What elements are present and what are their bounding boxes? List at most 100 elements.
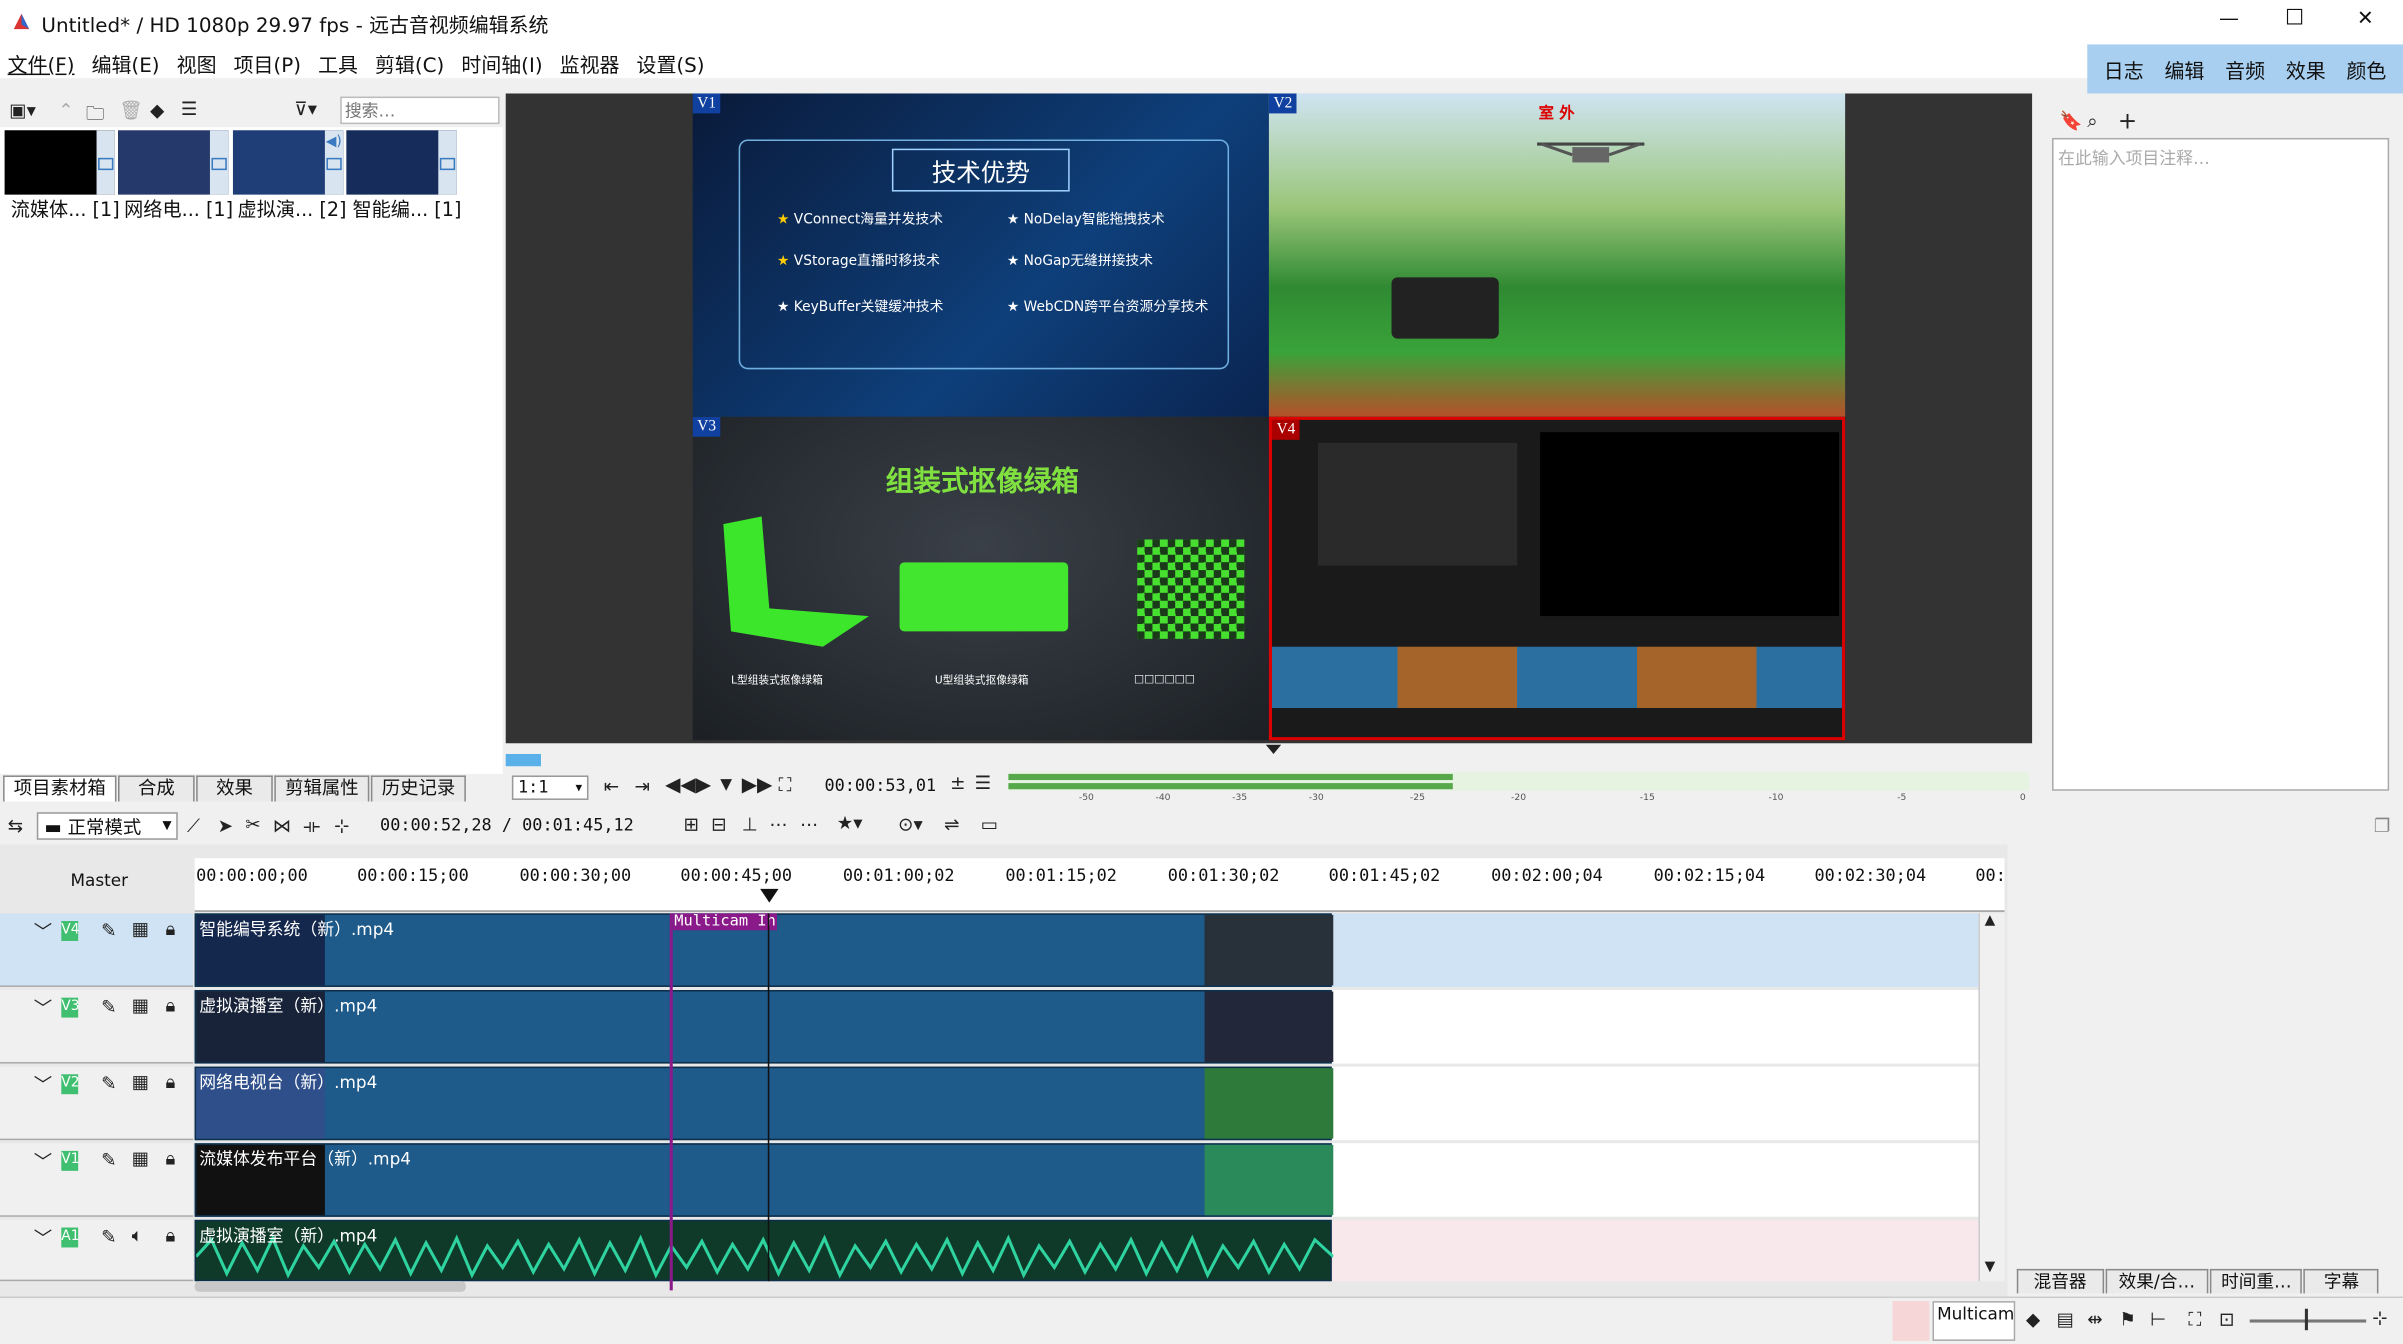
track-label[interactable]: V4 <box>61 921 80 941</box>
edit-pen-icon[interactable]: ✎ <box>101 1073 116 1094</box>
panel-restore-icon[interactable]: ❐ <box>2374 815 2390 836</box>
film-icon[interactable]: ▦ <box>132 918 149 939</box>
bin-thumbnail[interactable] <box>346 130 457 195</box>
subtitle-icon[interactable]: ▭ <box>981 814 998 835</box>
search-icon[interactable]: ⌕ <box>2087 110 2097 133</box>
collapse-icon[interactable]: ﹀ <box>34 918 52 944</box>
bin-thumbnail[interactable] <box>118 130 229 195</box>
zoom-select[interactable]: 1:1 ▾ <box>511 775 589 800</box>
edit-pen-icon[interactable]: ✎ <box>101 1149 116 1170</box>
play-icon[interactable]: ▶ <box>696 774 711 797</box>
bin-search-input[interactable] <box>340 96 500 125</box>
timeline-clip-v1[interactable]: 流媒体发布平台（新）.mp4 <box>194 1143 1334 1217</box>
edit-mode-select[interactable]: ▬ 正常模式 ▾ <box>36 812 178 840</box>
fast-forward-icon[interactable]: ▶▶ <box>742 774 773 797</box>
timeline-clip-v2[interactable]: 网络电视台（新）.mp4 <box>194 1066 1334 1141</box>
tab-history[interactable]: 历史记录 <box>370 775 466 802</box>
scroll-down-icon[interactable]: ▼ <box>1985 1260 1996 1275</box>
timeline-vscroll[interactable]: ▲ ▼ <box>1978 913 2005 1282</box>
playhead-handle[interactable] <box>760 888 779 903</box>
extract-icon[interactable]: ⋯ <box>800 814 818 835</box>
close-button[interactable]: ✕ <box>2357 8 2374 31</box>
razor-icon[interactable]: ⟋ <box>187 815 200 838</box>
tab-clip-properties[interactable]: 剪辑属性 <box>274 775 370 802</box>
menu-timeline[interactable]: 时间轴(I) <box>457 48 547 80</box>
collapse-icon[interactable]: ﹀ <box>34 1148 52 1174</box>
lift-icon[interactable]: ⊥ <box>742 814 758 835</box>
tab-effects-composite[interactable]: 效果/合… <box>2104 1268 2209 1294</box>
filter-icon[interactable]: ⊽▾ <box>294 98 317 119</box>
track-label[interactable]: V1 <box>61 1150 80 1171</box>
track-options-icon[interactable]: ⇆ <box>8 815 23 836</box>
menu-monitor[interactable]: 监视器 <box>555 48 624 80</box>
timeline-hscroll[interactable] <box>194 1281 466 1292</box>
bin-thumbnail[interactable] <box>4 130 115 195</box>
tab-subtitle[interactable]: 字幕 <box>2303 1268 2380 1294</box>
menu-view[interactable]: 视图 <box>172 48 221 80</box>
zoom-slider[interactable] <box>2249 1308 2367 1331</box>
tag-status-icon[interactable]: ◆ <box>2026 1309 2040 1330</box>
bin-thumbnail[interactable]: ◀) <box>232 130 344 195</box>
ripple-status-icon[interactable]: ⊢ <box>2150 1309 2166 1330</box>
tab-effects-bin[interactable]: 效果 <box>196 775 273 802</box>
insert-icon[interactable]: ⊞ <box>683 814 698 835</box>
overwrite-icon[interactable]: ⊟ <box>711 814 726 835</box>
lock-icon[interactable]: 🔒︎ <box>166 1148 176 1171</box>
menu-project[interactable]: 项目(P) <box>229 48 306 80</box>
multicam-status[interactable]: Multicam <box>1932 1301 2016 1341</box>
playhead-marker[interactable] <box>1265 744 1282 754</box>
speaker-icon[interactable]: 🔈︎ <box>132 1224 143 1247</box>
menu-edit[interactable]: 编辑(E) <box>87 48 164 80</box>
rewind-icon[interactable]: ◀◀ <box>665 774 696 797</box>
tab-mixer[interactable]: 混音器 <box>2016 1268 2104 1294</box>
track-label[interactable]: A1 <box>61 1227 80 1248</box>
save-icon[interactable]: ▤ <box>2057 1309 2074 1330</box>
tag-icon[interactable]: ◆ <box>150 100 164 121</box>
timeline-clip-a1[interactable]: 虚拟演播室（新）.mp4 <box>194 1219 1334 1282</box>
zoom-in-icon[interactable]: ⊹ <box>2372 1307 2387 1328</box>
lock-icon[interactable]: 🔒︎ <box>166 995 176 1018</box>
track-header-v3[interactable]: ﹀ V3 ✎ ▦ 🔒︎ <box>0 989 194 1064</box>
menu-file[interactable]: 文件(F) <box>3 48 79 80</box>
add-icon[interactable]: + <box>2118 107 2137 135</box>
flag-icon[interactable]: ⚑ <box>2119 1309 2135 1330</box>
cut-icon[interactable]: ✂ <box>245 814 260 835</box>
delete-icon[interactable]: 🗑 <box>120 100 143 121</box>
zoom-selection-icon[interactable]: ⊡ <box>2219 1309 2234 1330</box>
mark-out-icon[interactable]: ⇥ <box>634 775 649 796</box>
viewer-quad-v3[interactable]: V3 组装式抠像绿箱 L型组装式抠像绿箱 U型组装式抠像绿箱 □□□□□□ <box>692 416 1269 741</box>
zoom-fit-icon[interactable]: ⛶ <box>2188 1309 2201 1332</box>
tab-log[interactable]: 日志 <box>2104 54 2144 84</box>
timecode-stepper-icon[interactable]: ± <box>950 772 965 793</box>
collapse-icon[interactable]: ﹀ <box>34 1071 52 1097</box>
minimize-button[interactable]: — <box>2219 8 2239 31</box>
fit-frame-icon[interactable]: ⛶ <box>779 774 792 797</box>
view-mode-icon[interactable]: ▣▾ <box>9 100 36 121</box>
viewer-quad-v1[interactable]: V1 技术优势 ★ VConnect海量并发技术 ★ NoDelay智能拖拽技术… <box>692 93 1269 417</box>
film-icon[interactable]: ▦ <box>132 1071 149 1092</box>
edit-pen-icon[interactable]: ✎ <box>101 920 116 941</box>
viewer-timecode[interactable]: 00:00:53,01 <box>824 775 936 795</box>
maximize-button[interactable]: ☐ <box>2285 6 2304 31</box>
list-menu-icon[interactable]: ☰ <box>181 98 197 119</box>
favorite-icon[interactable]: ★▾ <box>837 812 863 833</box>
track-label[interactable]: V2 <box>61 1074 80 1095</box>
bookmark-icon[interactable]: 🔖 <box>2060 110 2083 131</box>
up-folder-icon[interactable]: ⌃ <box>58 100 73 121</box>
transition-icon[interactable]: ⇹ <box>2087 1309 2102 1330</box>
snap-icon[interactable]: ⊹ <box>334 815 349 836</box>
scroll-up-icon[interactable]: ▲ <box>1985 913 1996 928</box>
edit-pen-icon[interactable]: ✎ <box>101 996 116 1017</box>
select-tool-icon[interactable]: ➤ <box>218 815 233 836</box>
scrub-position[interactable] <box>505 753 541 767</box>
collapse-icon[interactable]: ﹀ <box>34 1224 52 1250</box>
menu-settings[interactable]: 设置(S) <box>632 48 709 80</box>
edit-pen-icon[interactable]: ✎ <box>101 1226 116 1247</box>
record-icon[interactable]: ⊙▾ <box>898 814 923 835</box>
tab-effects[interactable]: 效果 <box>2286 54 2326 84</box>
play-options-icon[interactable]: ▼ <box>720 777 732 794</box>
tab-time-remap[interactable]: 时间重… <box>2210 1268 2303 1294</box>
lock-icon[interactable]: 🔒︎ <box>166 1071 176 1094</box>
program-monitor[interactable]: V1 技术优势 ★ VConnect海量并发技术 ★ NoDelay智能拖拽技术… <box>505 93 2033 744</box>
menu-clip[interactable]: 剪辑(C) <box>370 48 449 80</box>
